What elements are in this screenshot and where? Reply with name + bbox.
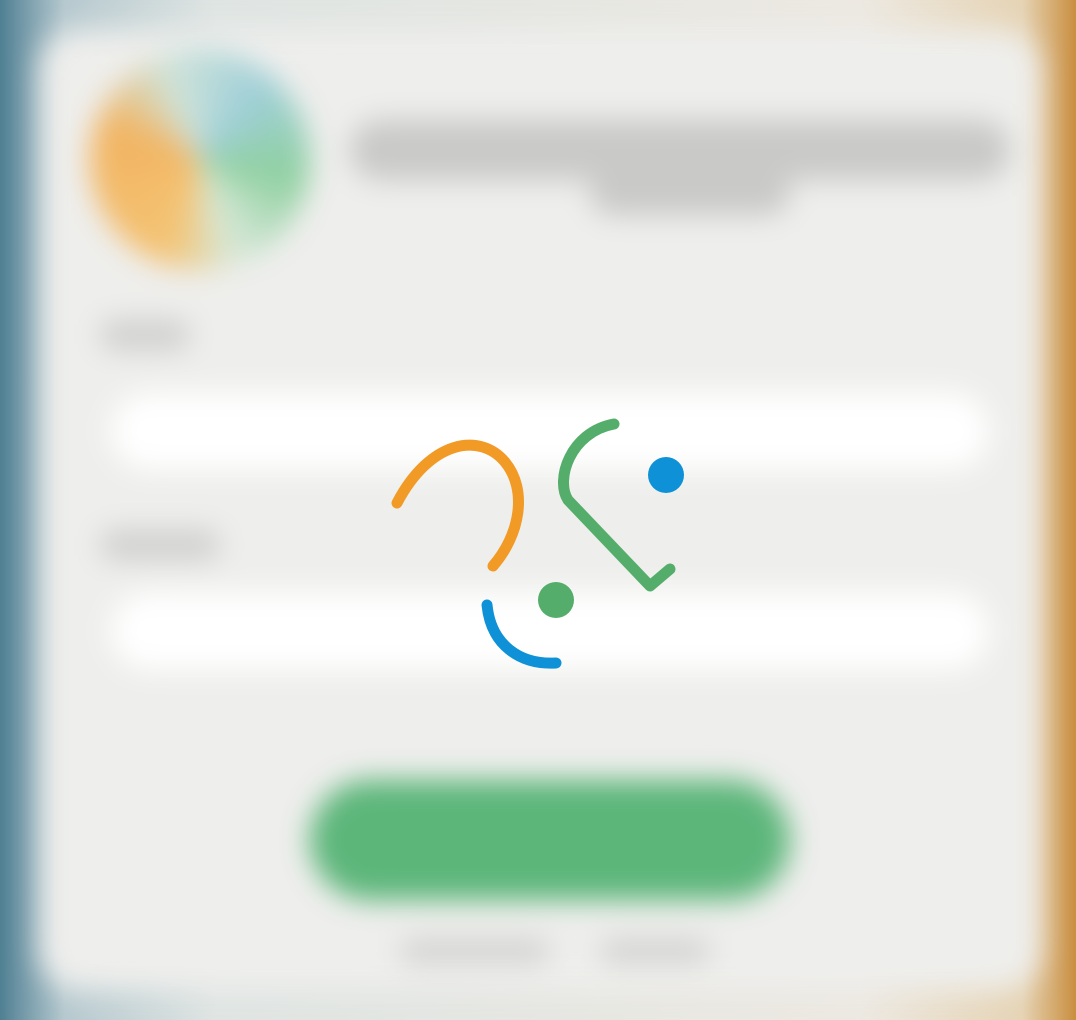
spinner-orange-arc (391, 439, 524, 572)
loading-overlay (0, 0, 1076, 1020)
spinner-green-dot (538, 582, 574, 618)
spinner-green-hook (558, 418, 676, 592)
loading-spinner-icon (391, 418, 684, 669)
spinner-blue-dot (648, 457, 684, 493)
